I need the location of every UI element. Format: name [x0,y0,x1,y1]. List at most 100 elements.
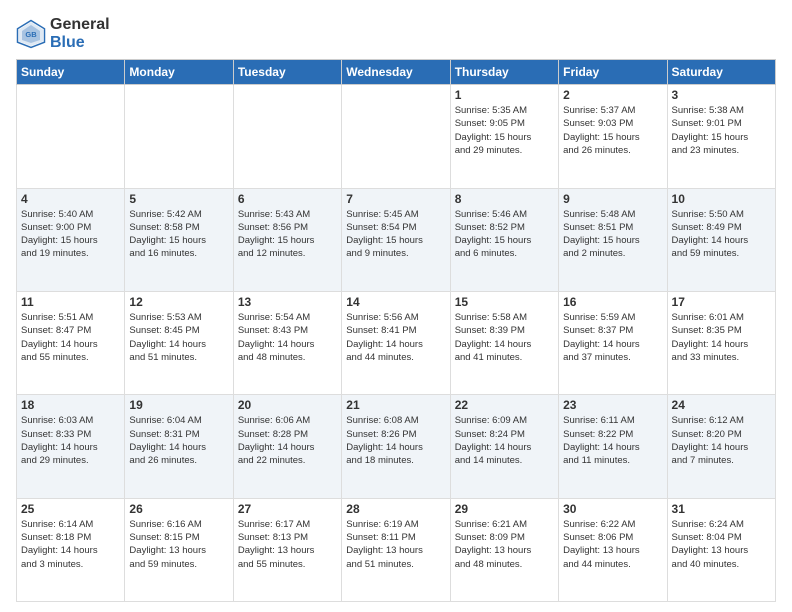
logo-icon: GB [16,19,46,49]
day-info: Sunrise: 6:11 AM Sunset: 8:22 PM Dayligh… [563,414,662,467]
calendar-cell-0-4: 1 Sunrise: 5:35 AM Sunset: 9:05 PM Daylig… [450,85,558,188]
calendar-cell-0-0 [17,85,125,188]
calendar-cell-4-2: 27 Sunrise: 6:17 AM Sunset: 8:13 PM Dayli… [233,498,341,601]
day-number: 19 [129,398,228,412]
weekday-header-sunday: Sunday [17,60,125,85]
day-number: 9 [563,192,662,206]
day-number: 15 [455,295,554,309]
calendar-cell-1-6: 10 Sunrise: 5:50 AM Sunset: 8:49 PM Dayli… [667,188,775,291]
calendar-cell-0-2 [233,85,341,188]
calendar-cell-1-0: 4 Sunrise: 5:40 AM Sunset: 9:00 PM Daylig… [17,188,125,291]
calendar-cell-2-4: 15 Sunrise: 5:58 AM Sunset: 8:39 PM Dayli… [450,291,558,394]
day-number: 24 [672,398,771,412]
day-number: 28 [346,502,445,516]
weekday-header-tuesday: Tuesday [233,60,341,85]
day-info: Sunrise: 6:19 AM Sunset: 8:11 PM Dayligh… [346,518,445,571]
day-number: 1 [455,88,554,102]
day-info: Sunrise: 5:38 AM Sunset: 9:01 PM Dayligh… [672,104,771,157]
svg-text:GB: GB [25,30,37,39]
calendar-cell-4-4: 29Sunrise: 6:21 AM Sunset: 8:09 PM Dayli… [450,498,558,601]
calendar-cell-3-3: 21 Sunrise: 6:08 AM Sunset: 8:26 PM Dayli… [342,395,450,498]
day-number: 7 [346,192,445,206]
calendar-cell-4-3: 28 Sunrise: 6:19 AM Sunset: 8:11 PM Dayli… [342,498,450,601]
day-number: 21 [346,398,445,412]
day-info: Sunrise: 6:04 AM Sunset: 8:31 PM Dayligh… [129,414,228,467]
calendar-cell-3-5: 23 Sunrise: 6:11 AM Sunset: 8:22 PM Dayli… [559,395,667,498]
day-number: 12 [129,295,228,309]
calendar: SundayMondayTuesdayWednesdayThursdayFrid… [16,59,776,602]
calendar-week-0: 1 Sunrise: 5:35 AM Sunset: 9:05 PM Daylig… [17,85,776,188]
day-number: 11 [21,295,120,309]
calendar-cell-2-2: 13 Sunrise: 5:54 AM Sunset: 8:43 PM Dayli… [233,291,341,394]
day-info: Sunrise: 5:53 AM Sunset: 8:45 PM Dayligh… [129,311,228,364]
day-number: 23 [563,398,662,412]
day-info: Sunrise: 5:37 AM Sunset: 9:03 PM Dayligh… [563,104,662,157]
day-info: Sunrise: 6:16 AM Sunset: 8:15 PM Dayligh… [129,518,228,571]
day-number: 29 [455,502,554,516]
calendar-week-4: 25 Sunrise: 6:14 AM Sunset: 8:18 PM Dayli… [17,498,776,601]
day-info: Sunrise: 6:17 AM Sunset: 8:13 PM Dayligh… [238,518,337,571]
day-info: Sunrise: 5:45 AM Sunset: 8:54 PM Dayligh… [346,208,445,261]
day-number: 25 [21,502,120,516]
day-info: Sunrise: 6:14 AM Sunset: 8:18 PM Dayligh… [21,518,120,571]
day-info: Sunrise: 5:58 AM Sunset: 8:39 PM Dayligh… [455,311,554,364]
day-info: Sunrise: 5:48 AM Sunset: 8:51 PM Dayligh… [563,208,662,261]
day-number: 16 [563,295,662,309]
calendar-cell-4-0: 25 Sunrise: 6:14 AM Sunset: 8:18 PM Dayli… [17,498,125,601]
day-number: 2 [563,88,662,102]
calendar-cell-3-1: 19 Sunrise: 6:04 AM Sunset: 8:31 PM Dayli… [125,395,233,498]
day-number: 6 [238,192,337,206]
day-info: Sunrise: 6:08 AM Sunset: 8:26 PM Dayligh… [346,414,445,467]
day-number: 27 [238,502,337,516]
calendar-cell-0-1 [125,85,233,188]
logo: GB General Blue [16,16,110,51]
day-number: 5 [129,192,228,206]
day-info: Sunrise: 5:43 AM Sunset: 8:56 PM Dayligh… [238,208,337,261]
day-info: Sunrise: 5:35 AM Sunset: 9:05 PM Dayligh… [455,104,554,157]
day-info: Sunrise: 6:03 AM Sunset: 8:33 PM Dayligh… [21,414,120,467]
day-info: Sunrise: 5:40 AM Sunset: 9:00 PM Dayligh… [21,208,120,261]
day-number: 4 [21,192,120,206]
day-info: Sunrise: 5:56 AM Sunset: 8:41 PM Dayligh… [346,311,445,364]
day-number: 17 [672,295,771,309]
calendar-cell-3-2: 20Sunrise: 6:06 AM Sunset: 8:28 PM Dayli… [233,395,341,498]
day-info: Sunrise: 6:12 AM Sunset: 8:20 PM Dayligh… [672,414,771,467]
day-number: 10 [672,192,771,206]
day-number: 18 [21,398,120,412]
weekday-header-thursday: Thursday [450,60,558,85]
calendar-cell-2-5: 16 Sunrise: 5:59 AM Sunset: 8:37 PM Dayli… [559,291,667,394]
weekday-header-wednesday: Wednesday [342,60,450,85]
day-number: 26 [129,502,228,516]
calendar-cell-2-6: 17 Sunrise: 6:01 AM Sunset: 8:35 PM Dayli… [667,291,775,394]
day-info: Sunrise: 5:46 AM Sunset: 8:52 PM Dayligh… [455,208,554,261]
day-info: Sunrise: 5:59 AM Sunset: 8:37 PM Dayligh… [563,311,662,364]
header: GB General Blue [16,16,776,51]
calendar-cell-1-5: 9 Sunrise: 5:48 AM Sunset: 8:51 PM Daylig… [559,188,667,291]
day-number: 22 [455,398,554,412]
calendar-cell-4-6: 31Sunrise: 6:24 AM Sunset: 8:04 PM Dayli… [667,498,775,601]
day-info: Sunrise: 6:09 AM Sunset: 8:24 PM Dayligh… [455,414,554,467]
weekday-header-saturday: Saturday [667,60,775,85]
day-number: 13 [238,295,337,309]
day-info: Sunrise: 5:50 AM Sunset: 8:49 PM Dayligh… [672,208,771,261]
calendar-week-3: 18 Sunrise: 6:03 AM Sunset: 8:33 PM Dayli… [17,395,776,498]
calendar-cell-4-5: 30 Sunrise: 6:22 AM Sunset: 8:06 PM Dayli… [559,498,667,601]
day-info: Sunrise: 5:54 AM Sunset: 8:43 PM Dayligh… [238,311,337,364]
calendar-cell-3-6: 24 Sunrise: 6:12 AM Sunset: 8:20 PM Dayli… [667,395,775,498]
day-number: 3 [672,88,771,102]
day-info: Sunrise: 6:22 AM Sunset: 8:06 PM Dayligh… [563,518,662,571]
weekday-header-monday: Monday [125,60,233,85]
calendar-cell-1-2: 6 Sunrise: 5:43 AM Sunset: 8:56 PM Daylig… [233,188,341,291]
day-number: 30 [563,502,662,516]
day-info: Sunrise: 6:24 AM Sunset: 8:04 PM Dayligh… [672,518,771,571]
calendar-cell-3-4: 22 Sunrise: 6:09 AM Sunset: 8:24 PM Dayli… [450,395,558,498]
calendar-cell-0-5: 2 Sunrise: 5:37 AM Sunset: 9:03 PM Daylig… [559,85,667,188]
calendar-cell-2-1: 12 Sunrise: 5:53 AM Sunset: 8:45 PM Dayli… [125,291,233,394]
day-number: 8 [455,192,554,206]
day-number: 14 [346,295,445,309]
calendar-week-2: 11Sunrise: 5:51 AM Sunset: 8:47 PM Dayli… [17,291,776,394]
day-info: Sunrise: 6:06 AM Sunset: 8:28 PM Dayligh… [238,414,337,467]
calendar-cell-1-1: 5Sunrise: 5:42 AM Sunset: 8:58 PM Daylig… [125,188,233,291]
day-info: Sunrise: 6:01 AM Sunset: 8:35 PM Dayligh… [672,311,771,364]
page: GB General Blue SundayMondayTuesdayWedne… [0,0,792,612]
